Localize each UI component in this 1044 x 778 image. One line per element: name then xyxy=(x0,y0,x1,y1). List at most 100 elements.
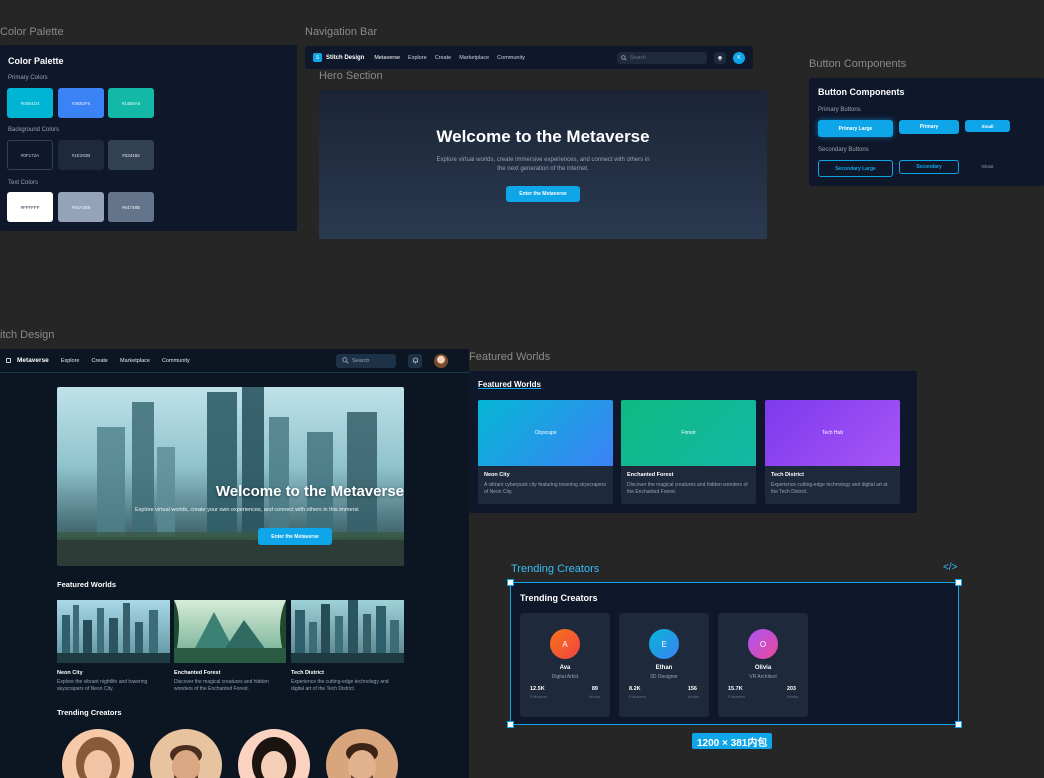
text-colors-title: Text Colors xyxy=(8,180,39,186)
user-avatar[interactable] xyxy=(434,353,448,368)
search-icon xyxy=(621,54,627,61)
swatch-primary-3[interactable]: #14B8A6 xyxy=(108,88,154,118)
frame-label-navigation-bar[interactable]: Navigation Bar xyxy=(305,26,377,38)
primary-large-button[interactable]: Primary Large xyxy=(818,120,893,137)
swatch-background-3[interactable]: #334155 xyxy=(108,140,154,170)
world-image-enchanted-forest[interactable] xyxy=(174,600,286,663)
bell-icon xyxy=(412,357,418,364)
navigation-bar-frame[interactable]: S Stitch Design Metaverse Explore Create… xyxy=(305,46,753,69)
cube-icon xyxy=(6,358,11,363)
creator-card-ava[interactable]: A Ava Digital Artist 12.5K Followers 89 … xyxy=(520,613,610,717)
resize-handle-top-right[interactable] xyxy=(955,579,962,586)
hero-cta-button[interactable]: Enter the Metaverse xyxy=(506,186,580,202)
featured-card-body: Neon City A vibrant cyberpunk city featu… xyxy=(478,466,613,496)
world-image-tech-district[interactable] xyxy=(291,600,404,663)
woman-portrait-image xyxy=(252,737,296,778)
frame-label-featured-worlds[interactable]: Featured Worlds xyxy=(469,351,550,363)
featured-worlds-frame[interactable]: Featured Worlds Cityscape Neon City A vi… xyxy=(469,371,917,513)
featured-thumb-forest: Forest xyxy=(621,400,756,466)
creator-followers: 8.2K xyxy=(629,686,641,692)
nav-link-explore[interactable]: Explore xyxy=(408,55,427,61)
creator-name: Ava xyxy=(559,665,571,671)
stitch-nav-community[interactable]: Community xyxy=(162,358,190,364)
nav-brand[interactable]: Stitch Design xyxy=(326,55,364,61)
city-skyline-image xyxy=(57,387,404,566)
featured-card-desc: A vibrant cyberpunk city featuring tower… xyxy=(484,482,606,495)
resize-handle-top-left[interactable] xyxy=(507,579,514,586)
creator-followers: 12.5K xyxy=(530,686,545,692)
creator-avatar: O xyxy=(748,629,778,659)
creator-followers: 15.7K xyxy=(728,686,743,692)
stitch-hero-title: Welcome to the Metaverse xyxy=(215,483,404,500)
notification-button[interactable] xyxy=(714,51,726,64)
nav-link-create[interactable]: Create xyxy=(435,55,452,61)
world-desc-neon-city: Explore the vibrant nightlife and toweri… xyxy=(57,679,148,692)
frame-label-stitch-design[interactable]: itch Design xyxy=(0,329,54,341)
stitch-search-input[interactable]: Search xyxy=(336,353,396,368)
featured-thumb-cityscape: Cityscape xyxy=(478,400,613,466)
avatar[interactable]: K xyxy=(733,51,745,64)
frame-label-button-components[interactable]: Button Components xyxy=(809,58,906,70)
woman-portrait-image xyxy=(76,737,120,778)
world-desc-tech-district: Experience the cutting-edge technology a… xyxy=(291,679,389,692)
frame-label-hero-section[interactable]: Hero Section xyxy=(319,70,383,82)
frame-label-trending-creators[interactable]: Trending Creators xyxy=(511,563,599,575)
primary-button[interactable]: Primary xyxy=(899,120,959,134)
stitch-hero-image: Welcome to the Metaverse Explore virtual… xyxy=(57,387,404,566)
nav-link-community[interactable]: Community xyxy=(497,55,525,61)
secondary-large-button[interactable]: Secondary Large xyxy=(818,160,893,177)
color-palette-frame[interactable]: Color Palette Primary Colors #00B4D4 #3B… xyxy=(0,45,297,231)
featured-card-enchanted-forest[interactable]: Forest Enchanted Forest Discover the mag… xyxy=(621,400,756,504)
featured-card-neon-city[interactable]: Cityscape Neon City A vibrant cyberpunk … xyxy=(478,400,613,504)
featured-card-tech-district[interactable]: Tech Hub Tech District Experience cuttin… xyxy=(765,400,900,504)
stitch-brand[interactable]: Metaverse xyxy=(17,357,49,364)
world-title-enchanted-forest: Enchanted Forest xyxy=(174,670,221,676)
featured-card-body: Tech District Experience cutting-edge te… xyxy=(765,466,900,496)
tech-city-image xyxy=(291,600,404,663)
swatch-primary-1[interactable]: #00B4D4 xyxy=(7,88,53,118)
swatch-background-2[interactable]: #1E293B xyxy=(58,140,104,170)
stitch-hero-cta-button[interactable]: Enter the Metaverse xyxy=(258,528,332,545)
world-image-neon-city[interactable] xyxy=(57,600,170,663)
nav-link-metaverse[interactable]: Metaverse xyxy=(374,55,400,61)
creator-portrait-4[interactable] xyxy=(326,729,398,778)
brand-logo-icon: S xyxy=(313,53,322,62)
stitch-design-frame[interactable]: Metaverse Explore Create Marketplace Com… xyxy=(0,349,469,778)
frame-label-color-palette[interactable]: Color Palette xyxy=(0,26,64,38)
featured-card-desc: Discover the magical creatures and hidde… xyxy=(627,482,748,495)
stitch-search-placeholder: Search xyxy=(352,357,370,364)
swatch-primary-2[interactable]: #3B82F6 xyxy=(58,88,104,118)
creator-portrait-1[interactable] xyxy=(62,729,134,778)
stitch-nav-explore[interactable]: Explore xyxy=(61,358,80,364)
creator-portrait-3[interactable] xyxy=(238,729,310,778)
swatch-text-1[interactable]: #FFFFFF xyxy=(7,192,53,222)
creator-role: 3D Designer xyxy=(650,674,678,680)
stitch-notification-button[interactable] xyxy=(408,353,422,368)
swatch-background-1[interactable]: #0F172A xyxy=(7,140,53,170)
hero-section-frame[interactable]: Welcome to the Metaverse Explore virtual… xyxy=(319,90,767,239)
creator-portrait-2[interactable] xyxy=(150,729,222,778)
swatch-text-2[interactable]: #94A3B8 xyxy=(58,192,104,222)
forest-image xyxy=(174,600,286,663)
stitch-nav-marketplace[interactable]: Marketplace xyxy=(120,358,150,364)
creator-name: Ethan xyxy=(655,665,673,671)
trending-creators-frame[interactable]: Trending Creators A Ava Digital Artist 1… xyxy=(510,582,959,725)
code-icon[interactable]: </> xyxy=(943,562,957,573)
followers-label: Followers xyxy=(629,694,647,699)
creator-card-olivia[interactable]: O Olivia VR Architect 15.7K Followers 20… xyxy=(718,613,808,717)
secondary-buttons-title: Secondary Buttons xyxy=(818,147,869,153)
small-button[interactable]: Small xyxy=(965,120,1010,132)
swatch-text-3[interactable]: #64748B xyxy=(108,192,154,222)
stitch-nav-create[interactable]: Create xyxy=(91,358,108,364)
creator-card-ethan[interactable]: E Ethan 3D Designer 8.2K Followers 156 W… xyxy=(619,613,709,717)
button-components-title: Button Components xyxy=(818,87,905,97)
resize-handle-bottom-right[interactable] xyxy=(955,721,962,728)
works-label: Works xyxy=(588,694,600,699)
nav-link-marketplace[interactable]: Marketplace xyxy=(459,55,489,61)
resize-handle-bottom-left[interactable] xyxy=(507,721,514,728)
secondary-button[interactable]: Secondary xyxy=(899,160,959,174)
button-components-frame[interactable]: Button Components Primary Buttons Primar… xyxy=(809,78,1044,186)
ghost-button[interactable]: Ghost xyxy=(965,160,1010,172)
man-portrait-image xyxy=(346,743,378,778)
search-input[interactable]: Search xyxy=(617,51,707,64)
